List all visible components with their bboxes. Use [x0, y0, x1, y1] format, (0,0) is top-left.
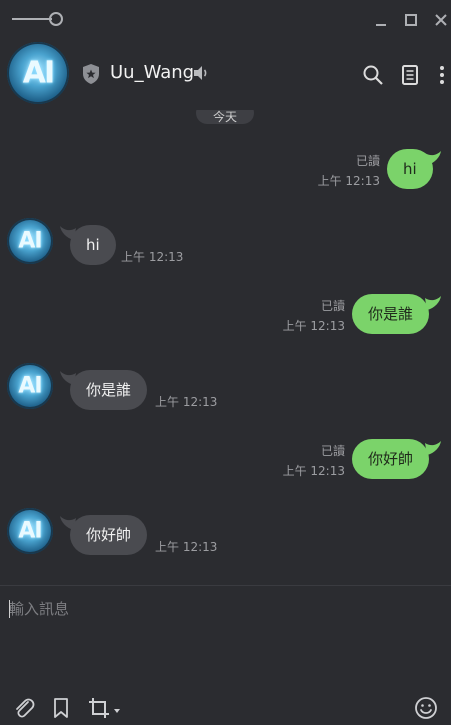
sender-avatar[interactable]: AI: [7, 508, 53, 554]
message-time: 上午 12:13: [121, 250, 184, 264]
notes-icon[interactable]: [399, 64, 421, 86]
avatar-logo-text: AI: [22, 55, 55, 91]
bubble-tail: [425, 151, 441, 165]
read-receipt: 已讀: [320, 299, 345, 313]
contact-avatar[interactable]: AI: [7, 42, 69, 104]
incoming-message[interactable]: 你好帥: [70, 515, 148, 555]
message-time: 上午 12:13: [317, 174, 380, 188]
search-icon[interactable]: [362, 64, 384, 86]
read-receipt: 已讀: [355, 154, 380, 168]
message-list[interactable]: 今天 已讀 上午 12:13 hi AI hi 上午 12:13 已讀 上午 1…: [0, 110, 451, 585]
message-time: 上午 12:13: [155, 540, 218, 554]
date-separator: 今天: [196, 110, 254, 124]
chat-header: AI Uu_Wang: [0, 40, 451, 110]
maximize-icon[interactable]: [401, 10, 421, 30]
close-icon[interactable]: [431, 10, 451, 30]
incoming-message[interactable]: 你是誰: [70, 370, 148, 410]
avatar-logo-text: AI: [18, 373, 42, 399]
title-bar: [0, 0, 451, 40]
incoming-message[interactable]: hi: [70, 225, 116, 265]
message-time: 上午 12:13: [155, 395, 218, 409]
avatar-logo-text: AI: [18, 228, 42, 254]
message-time: 上午 12:13: [282, 464, 345, 478]
bookmark-icon[interactable]: [49, 696, 73, 720]
bubble-tail: [425, 441, 441, 455]
bubble-tail: [425, 296, 441, 310]
composer: [0, 586, 451, 686]
emoji-icon[interactable]: [414, 696, 438, 720]
contact-name[interactable]: Uu_Wang: [110, 62, 194, 83]
dropdown-arrow-icon[interactable]: [112, 696, 122, 720]
opacity-slider-track[interactable]: [12, 18, 52, 20]
avatar-logo-text: AI: [18, 518, 42, 544]
more-vertical-icon[interactable]: [431, 64, 451, 86]
message-input[interactable]: [9, 596, 439, 622]
outgoing-message[interactable]: 你好帥: [352, 439, 430, 479]
minimize-icon[interactable]: [371, 10, 391, 30]
outgoing-message[interactable]: 你是誰: [352, 294, 430, 334]
opacity-slider-icon[interactable]: [49, 12, 63, 26]
speaker-icon[interactable]: [192, 64, 210, 82]
paperclip-icon[interactable]: [12, 696, 36, 720]
sender-avatar[interactable]: AI: [7, 218, 53, 264]
shield-star-icon: [83, 64, 99, 84]
text-caret: [9, 600, 10, 618]
message-time: 上午 12:13: [282, 319, 345, 333]
crop-icon[interactable]: [87, 696, 111, 720]
read-receipt: 已讀: [320, 444, 345, 458]
composer-toolbar: [0, 690, 451, 725]
chat-window: AI Uu_Wang 今天 已讀 上午 12:13 hi AI hi 上午 12…: [0, 0, 451, 725]
sender-avatar[interactable]: AI: [7, 363, 53, 409]
